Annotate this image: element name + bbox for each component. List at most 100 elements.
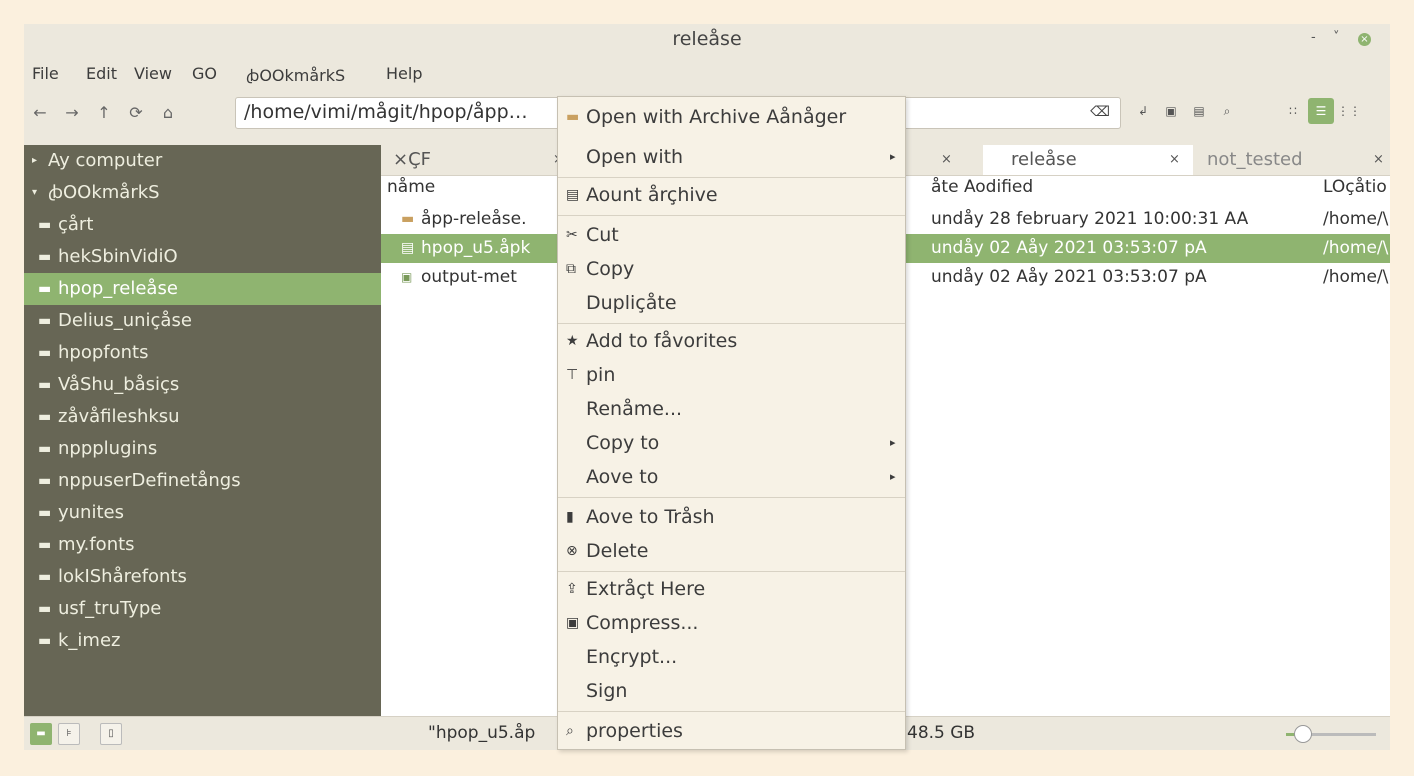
copy-icon: ⧉ (566, 261, 576, 277)
menu-add-to-favorites[interactable]: ★ Add to fåvorites (558, 325, 905, 357)
reload-icon[interactable]: ⟳ (124, 100, 148, 126)
sidebar-section-my-computer[interactable]: ▸ Ay computer (24, 145, 381, 177)
menu-rename[interactable]: Renåme... (558, 393, 905, 425)
home-icon[interactable]: ⌂ (156, 100, 180, 126)
submenu-arrow-icon: ▸ (890, 470, 896, 483)
column-location[interactable]: LOçåtio (1323, 177, 1387, 197)
folder-icon: ▬ (38, 537, 52, 553)
tree-icon[interactable]: ⊧ (58, 723, 80, 745)
menu-properties[interactable]: ⌕ properties (558, 715, 905, 747)
menu-encrypt[interactable]: Ençrypt... (558, 641, 905, 673)
folder-icon: ▬ (38, 441, 52, 457)
pin-icon: ⊤ (566, 367, 579, 383)
tab-close-icon[interactable]: × (1169, 145, 1180, 175)
menu-go[interactable]: GO (192, 64, 217, 83)
sidebar-item[interactable]: ▬ zåvåfileshksu (24, 401, 381, 433)
toggle-location-icon[interactable]: ↲ (1130, 98, 1156, 124)
search-icon[interactable]: ⌕ (1214, 98, 1240, 124)
menu-open-with-archive-manager[interactable]: ▬ Open with Archive Aånåger (558, 101, 905, 133)
menu-copy-to[interactable]: Copy to ▸ (558, 427, 905, 459)
sidebar-item[interactable]: ▬ lokIShårefonts (24, 561, 381, 593)
menu-extract-here[interactable]: ⇪ Extråçt Here (558, 573, 905, 605)
clear-location-icon[interactable]: ⌫ (1090, 104, 1110, 120)
menu-file[interactable]: File (32, 64, 59, 83)
column-name[interactable]: nåme (387, 177, 435, 197)
menu-help[interactable]: Help (386, 64, 422, 83)
back-icon[interactable]: ← (28, 100, 52, 126)
menu-move-to[interactable]: Aove to ▸ (558, 461, 905, 493)
sidebar-item[interactable]: ▬ VåShu_båsiçs (24, 369, 381, 401)
json-file-icon: ▣ (401, 270, 413, 284)
sidebar-item[interactable]: ▬ usf_truType (24, 593, 381, 625)
menu-move-to-trash[interactable]: ▮ Aove to Tråsh (558, 501, 905, 533)
folder-icon: ▬ (38, 569, 52, 585)
menu-separator (558, 711, 905, 712)
folder-icon: ▬ (38, 505, 52, 521)
hide-sidebar-icon[interactable]: ▯ (100, 723, 122, 745)
folder-icon: ▬ (38, 601, 52, 617)
folder-icon: ▬ (38, 345, 52, 361)
file-icon: ▤ (401, 240, 415, 256)
new-folder-icon[interactable]: ▤ (1186, 98, 1212, 124)
mount-icon: ▤ (566, 187, 580, 203)
sidebar-item[interactable]: ▬ hpopfonts (24, 337, 381, 369)
delete-icon: ⊗ (566, 543, 578, 559)
sidebar-item[interactable]: ▬ nppplugins (24, 433, 381, 465)
sidebar-item[interactable]: ▬ hekSbinVidiO (24, 241, 381, 273)
extract-icon: ⇪ (566, 581, 578, 597)
menu-delete[interactable]: ⊗ Delete (558, 535, 905, 567)
terminal-icon[interactable]: ▣ (1158, 98, 1184, 124)
tab-close-icon[interactable]: × (941, 145, 952, 175)
tab-releåse[interactable]: releåse × (983, 145, 1193, 175)
sidebar-item[interactable]: ▬ my.fonts (24, 529, 381, 561)
sidebar-item-selected[interactable]: ▬ hpop_releåse (24, 273, 381, 305)
tab-1[interactable]: ×ÇF × (393, 145, 564, 175)
archive-icon: ▬ (566, 109, 580, 125)
sidebar-item[interactable]: ▬ nppuserDefinetångs (24, 465, 381, 497)
folder-icon: ▬ (38, 409, 52, 425)
menu-compress[interactable]: ▣ Compress... (558, 607, 905, 639)
icon-view-icon[interactable]: ∷ (1280, 98, 1306, 124)
window-title: releåse (672, 28, 742, 50)
compress-icon: ▣ (566, 615, 580, 631)
minimize-button[interactable]: - (1311, 30, 1316, 45)
context-menu: ▬ Open with Archive Aånåger Open with ▸ … (557, 96, 906, 750)
menu-separator (558, 497, 905, 498)
sidebar-item[interactable]: ▬ Delius_uniçåse (24, 305, 381, 337)
forward-icon[interactable]: → (60, 100, 84, 126)
close-button[interactable]: × (1358, 33, 1371, 46)
sidebar-item[interactable]: ▬ k_imez (24, 625, 381, 657)
menu-copy[interactable]: ⧉ Copy (558, 253, 905, 285)
tab-close-icon[interactable]: × (1373, 145, 1384, 175)
menu-duplicate[interactable]: Dupliçåte (558, 287, 905, 319)
expand-arrow-icon[interactable]: ▸ (32, 145, 37, 177)
maximize-button[interactable]: ˅ (1333, 30, 1340, 45)
menu-view[interactable]: View (134, 64, 172, 83)
tab-not-tested[interactable]: not_tested × (1203, 145, 1390, 175)
menu-edit[interactable]: Edit (86, 64, 117, 83)
places-icon[interactable]: ▬ (30, 723, 52, 745)
folder-special-icon: ▬ (38, 377, 52, 393)
collapse-arrow-icon[interactable]: ▾ (32, 177, 37, 209)
submenu-arrow-icon: ▸ (890, 436, 896, 449)
menubar: File Edit View GO ꞗOOkmårkS Help (24, 60, 1390, 88)
menu-bookmarks[interactable]: ꞗOOkmårkS (246, 64, 345, 86)
zoom-knob[interactable] (1294, 725, 1312, 743)
zoom-slider[interactable] (1286, 725, 1376, 743)
menu-mount-archive[interactable]: ▤ Aount årçhive (558, 179, 905, 211)
sidebar-item[interactable]: ▬ çårt (24, 209, 381, 241)
compact-view-icon[interactable]: ⋮⋮ (1336, 98, 1362, 124)
sidebar-section-bookmarks[interactable]: ▾ ꞗOOkmårkS (24, 177, 381, 209)
column-date[interactable]: åte Aodified (931, 177, 1033, 197)
free-space: 48.5 GB (907, 723, 976, 743)
sidebar-item[interactable]: ▬ yunites (24, 497, 381, 529)
up-icon[interactable]: ↑ (92, 100, 116, 126)
folder-icon: ▬ (38, 633, 52, 649)
menu-pin[interactable]: ⊤ pin (558, 359, 905, 391)
star-icon: ★ (566, 333, 579, 349)
tab-2-close-area[interactable]: × (901, 145, 981, 175)
menu-cut[interactable]: ✂ Cut (558, 219, 905, 251)
list-view-icon[interactable]: ☰ (1308, 98, 1334, 124)
menu-open-with[interactable]: Open with ▸ (558, 141, 905, 173)
menu-sign[interactable]: Sign (558, 675, 905, 707)
